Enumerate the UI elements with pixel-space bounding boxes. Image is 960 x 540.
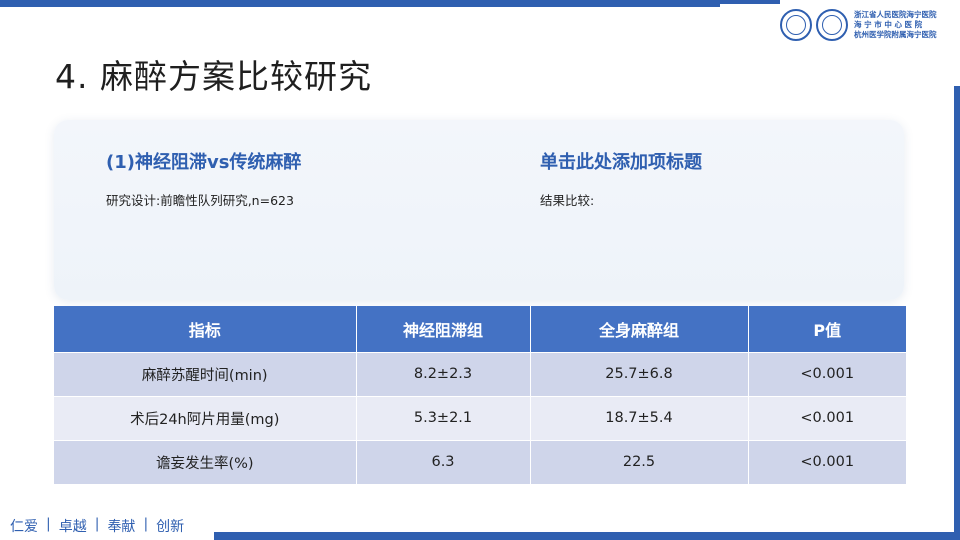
page-title: 4. 麻醉方案比较研究 bbox=[55, 57, 372, 96]
placeholder-title[interactable]: 单击此处添加项标题 bbox=[540, 148, 702, 174]
header-indicator: 指标 bbox=[54, 306, 357, 352]
table-cell: 8.2±2.3 bbox=[356, 351, 531, 396]
table-cell: 22.5 bbox=[530, 439, 749, 484]
results-table: 指标 神经阻滞组 全身麻醉组 P值 麻醉苏醒时间(min) 8.2±2.3 25… bbox=[54, 306, 906, 484]
table-cell: 谵妄发生率(%) bbox=[54, 439, 357, 484]
footer-separator: | bbox=[94, 516, 100, 532]
header-general-anesthesia: 全身麻醉组 bbox=[530, 306, 749, 352]
study-card: (1)神经阻滞vs传统麻醉 研究设计:前瞻性队列研究,n=623 单击此处添加项… bbox=[54, 120, 904, 300]
table-cell: 25.7±6.8 bbox=[530, 351, 749, 396]
study-column-left: (1)神经阻滞vs传统麻醉 研究设计:前瞻性队列研究,n=623 bbox=[106, 148, 301, 209]
study-column-right: 单击此处添加项标题 结果比较: bbox=[540, 148, 702, 209]
table-cell: 5.3±2.1 bbox=[356, 395, 531, 440]
table-row: 术后24h阿片用量(mg) 5.3±2.1 18.7±5.4 <0.001 bbox=[54, 395, 906, 440]
table-cell: 麻醉苏醒时间(min) bbox=[54, 351, 357, 396]
logo-line: 杭州医学院附属海宁医院 bbox=[854, 30, 937, 39]
logo-seal-icon bbox=[780, 9, 812, 41]
footer-value: 创新 bbox=[156, 519, 185, 535]
table-cell: <0.001 bbox=[748, 439, 906, 484]
top-accent-bar-thin bbox=[710, 0, 780, 4]
hospital-logo: 浙江省人民医院海宁医院 海 宁 市 中 心 医 院 杭州医学院附属海宁医院 bbox=[780, 6, 956, 44]
study-title: (1)神经阻滞vs传统麻醉 bbox=[106, 152, 302, 173]
table-cell: <0.001 bbox=[748, 395, 906, 440]
header-nerve-block: 神经阻滞组 bbox=[356, 306, 531, 352]
footer-separator: | bbox=[143, 516, 149, 532]
results-label: 结果比较: bbox=[540, 193, 595, 208]
table-header-row: 指标 神经阻滞组 全身麻醉组 P值 bbox=[54, 306, 906, 352]
logo-text: 浙江省人民医院海宁医院 海 宁 市 中 心 医 院 杭州医学院附属海宁医院 bbox=[854, 10, 937, 40]
table-cell: 18.7±5.4 bbox=[530, 395, 749, 440]
top-accent-bar bbox=[0, 0, 720, 7]
logo-seal-icon bbox=[816, 9, 848, 41]
table-cell: <0.001 bbox=[748, 351, 906, 396]
logo-line: 海 宁 市 中 心 医 院 bbox=[854, 20, 923, 29]
study-design-text: 研究设计:前瞻性队列研究,n=623 bbox=[106, 193, 294, 208]
table-cell: 术后24h阿片用量(mg) bbox=[54, 395, 357, 440]
footer-separator: | bbox=[46, 516, 51, 532]
right-accent-bar bbox=[954, 86, 960, 536]
table-row: 麻醉苏醒时间(min) 8.2±2.3 25.7±6.8 <0.001 bbox=[54, 351, 906, 396]
bottom-accent-bar bbox=[214, 532, 960, 540]
footer-value: 奉献 bbox=[107, 519, 136, 535]
footer-value: 仁爱 bbox=[10, 519, 38, 535]
logo-line: 浙江省人民医院海宁医院 bbox=[854, 10, 937, 19]
table-row: 谵妄发生率(%) 6.3 22.5 <0.001 bbox=[54, 439, 906, 484]
header-p-value: P值 bbox=[748, 306, 906, 352]
footer-values: 仁爱 | 卓越 | 奉献 | 创新 bbox=[10, 516, 184, 536]
footer-value: 卓越 bbox=[58, 519, 87, 535]
table-cell: 6.3 bbox=[356, 439, 531, 484]
